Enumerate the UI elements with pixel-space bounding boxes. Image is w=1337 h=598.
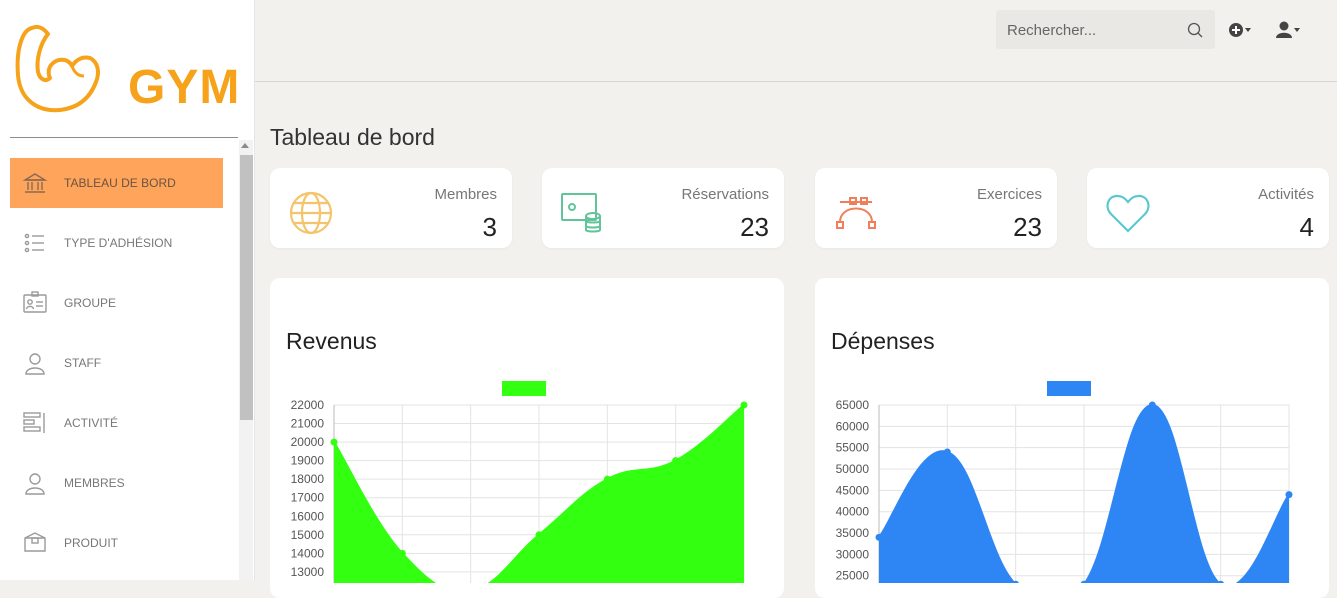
sidebar-nav: TABLEAU DE BORD TYPE D'ADHÉSION GROUPE S… bbox=[10, 158, 223, 578]
sidebar-divider bbox=[10, 137, 238, 138]
stat-card-exercices[interactable]: Exercices 23 bbox=[815, 168, 1057, 248]
sidebar-item-tableau-de-bord[interactable]: TABLEAU DE BORD bbox=[10, 158, 223, 208]
data-point[interactable] bbox=[1285, 491, 1293, 499]
search-box bbox=[996, 10, 1215, 51]
depenses-chart-card: Dépenses 25000 30000 35000 40000 45000 50000 5… bbox=[815, 278, 1329, 598]
chart-title: Revenus bbox=[286, 328, 377, 354]
muscle-arm-icon bbox=[15, 24, 100, 113]
y-tick-label: 15000 bbox=[291, 528, 325, 542]
user-icon bbox=[22, 470, 48, 496]
stat-value: 23 bbox=[1013, 212, 1042, 242]
y-tick-label: 18000 bbox=[291, 472, 325, 486]
stat-card-activites[interactable]: Activités 4 bbox=[1087, 168, 1329, 248]
user-icon bbox=[22, 350, 48, 376]
stat-label: Membres bbox=[434, 186, 497, 203]
page-title: Tableau de bord bbox=[270, 124, 435, 150]
y-tick-label: 13000 bbox=[291, 565, 325, 579]
list-icon bbox=[22, 230, 48, 256]
id-card-icon bbox=[22, 290, 48, 316]
revenus-chart-card: Revenus 13000 14000 15000 16000 17000 18000 19… bbox=[270, 278, 784, 598]
sidebar-item-label: TYPE D'ADHÉSION bbox=[64, 236, 173, 250]
stat-card-reservations[interactable]: Réservations 23 bbox=[542, 168, 784, 248]
y-tick-label: 22000 bbox=[291, 398, 325, 412]
stat-value: 4 bbox=[1299, 212, 1314, 242]
vector-curve-icon bbox=[836, 197, 876, 229]
money-coins-icon bbox=[561, 193, 601, 233]
y-tick-label: 14000 bbox=[291, 546, 325, 560]
revenus-chart: 13000 14000 15000 16000 17000 18000 19000 20000… bbox=[291, 381, 748, 583]
legend-swatch[interactable] bbox=[502, 381, 546, 396]
sidebar-item-label: ACTIVITÉ bbox=[64, 416, 119, 430]
bank-icon bbox=[22, 170, 48, 196]
sidebar-item-label: TABLEAU DE BORD bbox=[64, 176, 176, 190]
stat-label: Activités bbox=[1258, 186, 1314, 203]
search-icon[interactable] bbox=[1187, 22, 1203, 38]
brand-name: GYM bbox=[128, 61, 241, 114]
brand-logo[interactable]: GYM bbox=[10, 20, 240, 120]
sidebar-item-produit[interactable]: PRODUIT bbox=[10, 518, 223, 568]
sidebar-item-label: MEMBRES bbox=[64, 476, 125, 490]
box-icon bbox=[22, 530, 48, 556]
sidebar-scrollbar-thumb[interactable] bbox=[240, 155, 253, 420]
y-tick-label: 65000 bbox=[836, 398, 870, 412]
y-tick-label: 19000 bbox=[291, 454, 325, 468]
legend-swatch[interactable] bbox=[1047, 381, 1091, 396]
y-tick-label: 17000 bbox=[291, 491, 325, 505]
y-tick-label: 40000 bbox=[836, 505, 870, 519]
y-tick-label: 21000 bbox=[291, 417, 325, 431]
data-point[interactable] bbox=[330, 438, 338, 446]
stat-value: 23 bbox=[740, 212, 769, 242]
data-point[interactable] bbox=[875, 533, 883, 541]
chart-title: Dépenses bbox=[831, 328, 935, 354]
sidebar-item-activite[interactable]: ACTIVITÉ bbox=[10, 398, 223, 448]
globe-icon bbox=[289, 191, 333, 235]
user-dropdown-icon[interactable] bbox=[1275, 19, 1303, 41]
data-point[interactable] bbox=[1148, 401, 1156, 409]
sidebar: GYM TABLEAU DE BORD TYPE D'ADHÉSION GROU… bbox=[0, 0, 255, 580]
y-tick-label: 30000 bbox=[836, 547, 870, 561]
data-point[interactable] bbox=[943, 448, 951, 456]
data-point[interactable] bbox=[398, 549, 406, 557]
y-tick-label: 60000 bbox=[836, 419, 870, 433]
scroll-up-arrow-icon[interactable] bbox=[241, 143, 249, 148]
sidebar-item-label: STAFF bbox=[64, 356, 102, 370]
y-tick-label: 45000 bbox=[836, 483, 870, 497]
heart-icon bbox=[1106, 194, 1150, 233]
sidebar-item-label: GROUPE bbox=[64, 296, 117, 310]
sidebar-item-type-adhesion[interactable]: TYPE D'ADHÉSION bbox=[10, 218, 223, 268]
data-point[interactable] bbox=[740, 401, 748, 409]
depenses-chart: 25000 30000 35000 40000 45000 50000 55000 60000… bbox=[836, 381, 1293, 583]
bars-icon bbox=[22, 410, 48, 436]
data-point[interactable] bbox=[603, 475, 611, 483]
y-tick-label: 55000 bbox=[836, 441, 870, 455]
y-tick-label: 50000 bbox=[836, 462, 870, 476]
plus-circle-icon[interactable] bbox=[1227, 20, 1253, 40]
stat-label: Exercices bbox=[976, 186, 1042, 203]
data-point[interactable] bbox=[535, 531, 543, 539]
y-tick-label: 16000 bbox=[291, 509, 325, 523]
sidebar-item-groupe[interactable]: GROUPE bbox=[10, 278, 223, 328]
sidebar-item-label: PRODUIT bbox=[64, 536, 118, 550]
stat-value: 3 bbox=[482, 212, 497, 242]
y-tick-label: 25000 bbox=[836, 569, 870, 583]
data-point[interactable] bbox=[672, 457, 680, 465]
search-input[interactable] bbox=[996, 10, 1189, 51]
sidebar-item-membres[interactable]: MEMBRES bbox=[10, 458, 223, 508]
y-tick-label: 20000 bbox=[291, 435, 325, 449]
topbar bbox=[255, 0, 1337, 82]
sidebar-item-staff[interactable]: STAFF bbox=[10, 338, 223, 388]
stat-label: Réservations bbox=[681, 186, 769, 203]
y-tick-label: 35000 bbox=[836, 526, 870, 540]
stat-card-membres[interactable]: Membres 3 bbox=[270, 168, 512, 248]
